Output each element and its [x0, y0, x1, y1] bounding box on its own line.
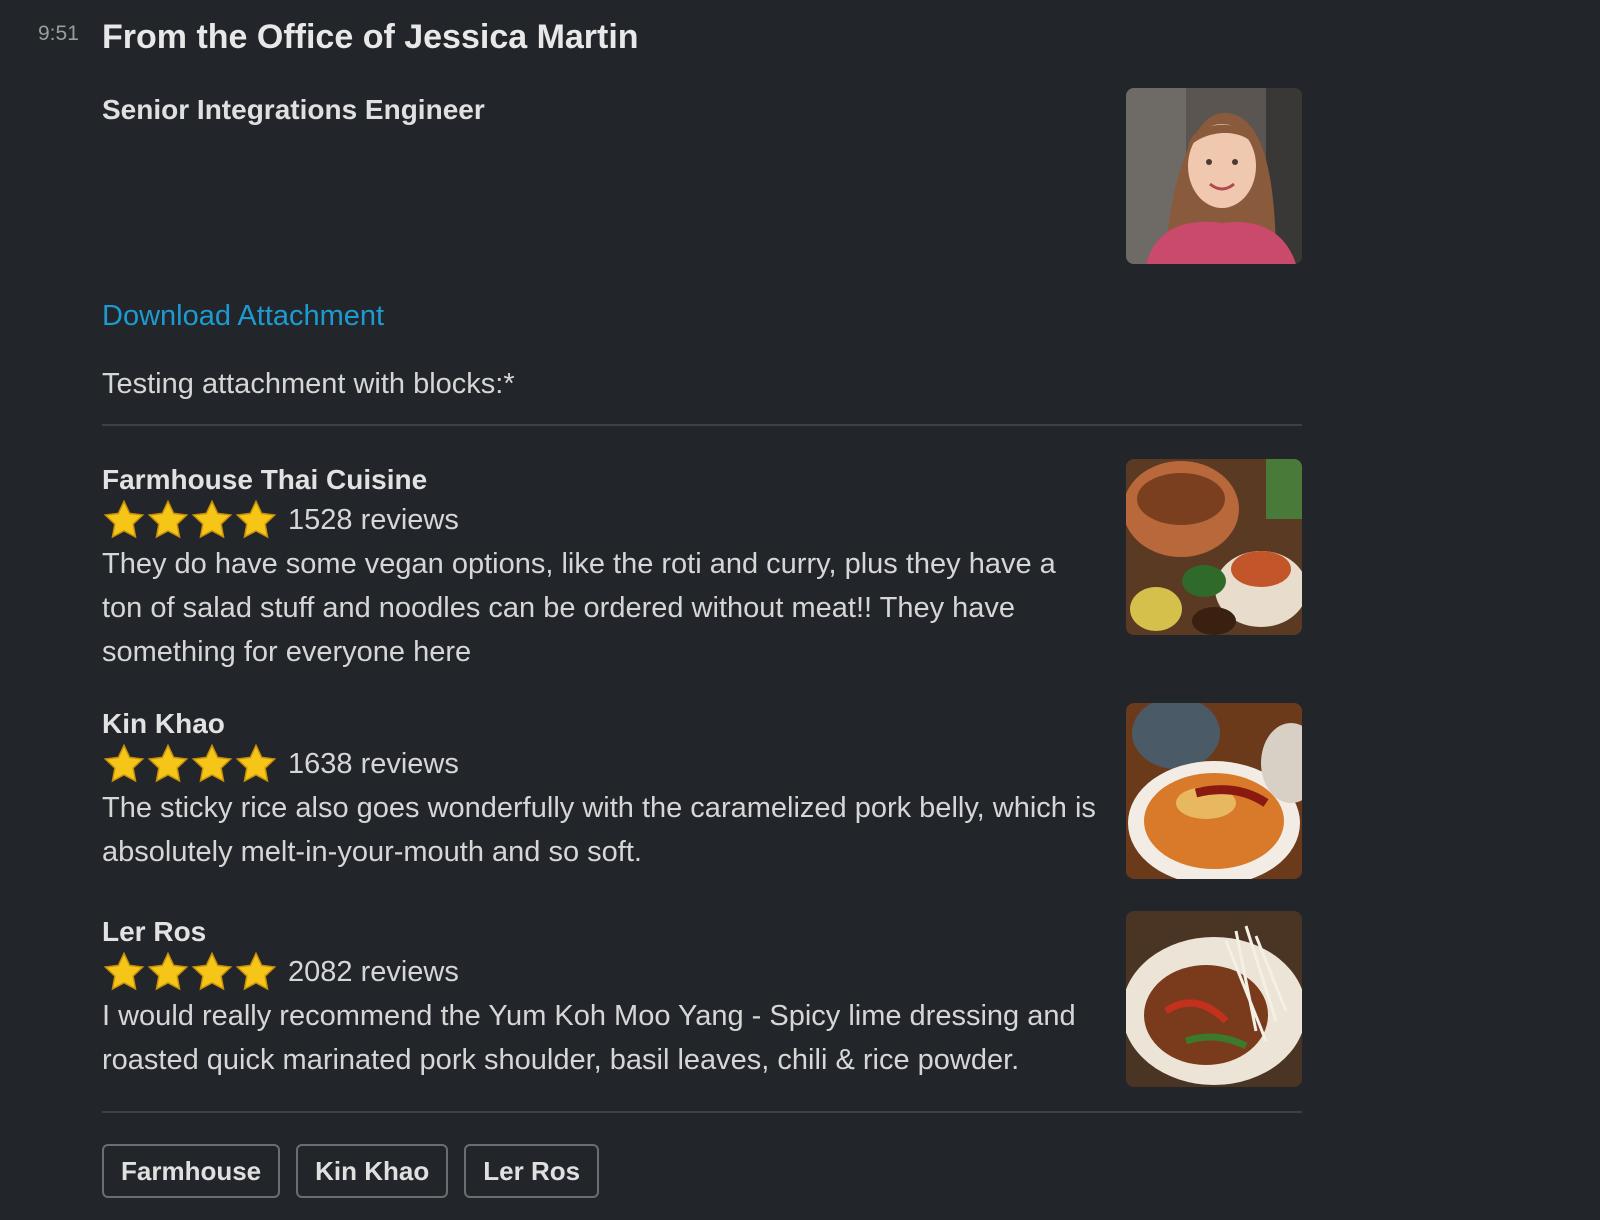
place-item: Kin Khao 1638 reviews The sticky rice al…	[102, 706, 1102, 874]
star-icon	[191, 743, 233, 783]
star-rating	[102, 742, 278, 786]
star-rating	[102, 498, 278, 542]
review-count: 2082 reviews	[288, 955, 459, 988]
attachment-intro-text: Testing attachment with blocks:*	[102, 368, 515, 400]
review-count: 1638 reviews	[288, 747, 459, 780]
ler-ros-button[interactable]: Ler Ros	[464, 1144, 600, 1198]
kin-khao-button[interactable]: Kin Khao	[296, 1144, 449, 1198]
star-icon	[235, 743, 277, 783]
place-image	[1126, 911, 1302, 1087]
message-subtitle: Senior Integrations Engineer	[102, 94, 485, 125]
star-icon	[103, 499, 145, 539]
rating-row: 2082 reviews	[102, 950, 1102, 994]
star-icon	[103, 951, 145, 991]
star-icon	[147, 743, 189, 783]
message: 9:51 From the Office of Jessica Martin S…	[0, 0, 1600, 1220]
review-text: They do have some vegan options, like th…	[102, 548, 1056, 668]
star-icon	[235, 499, 277, 539]
message-title: From the Office of Jessica Martin	[102, 18, 639, 56]
profile-photo	[1126, 88, 1302, 264]
rating-row: 1528 reviews	[102, 498, 1102, 542]
review-text: The sticky rice also goes wonderfully wi…	[102, 792, 1096, 868]
download-attachment-link[interactable]: Download Attachment	[102, 300, 384, 333]
star-icon	[147, 951, 189, 991]
star-icon	[103, 743, 145, 783]
place-image	[1126, 459, 1302, 635]
place-name: Farmhouse Thai Cuisine	[102, 464, 428, 495]
place-item: Farmhouse Thai Cuisine 1528 reviews They…	[102, 462, 1102, 674]
star-icon	[191, 499, 233, 539]
place-name: Kin Khao	[102, 708, 225, 739]
star-icon	[147, 499, 189, 539]
place-image	[1126, 703, 1302, 879]
star-rating	[102, 950, 278, 994]
place-item: Ler Ros 2082 reviews I would really reco…	[102, 914, 1102, 1082]
star-icon	[191, 951, 233, 991]
divider	[102, 424, 1302, 426]
farmhouse-button[interactable]: Farmhouse	[102, 1144, 281, 1198]
divider	[102, 1111, 1302, 1113]
star-icon	[235, 951, 277, 991]
action-buttons: Farmhouse Kin Khao Ler Ros	[102, 1144, 600, 1198]
message-timestamp[interactable]: 9:51	[38, 22, 79, 46]
review-text: I would really recommend the Yum Koh Moo…	[102, 1000, 1076, 1076]
review-count: 1528 reviews	[288, 503, 459, 536]
place-name: Ler Ros	[102, 916, 207, 947]
rating-row: 1638 reviews	[102, 742, 1102, 786]
